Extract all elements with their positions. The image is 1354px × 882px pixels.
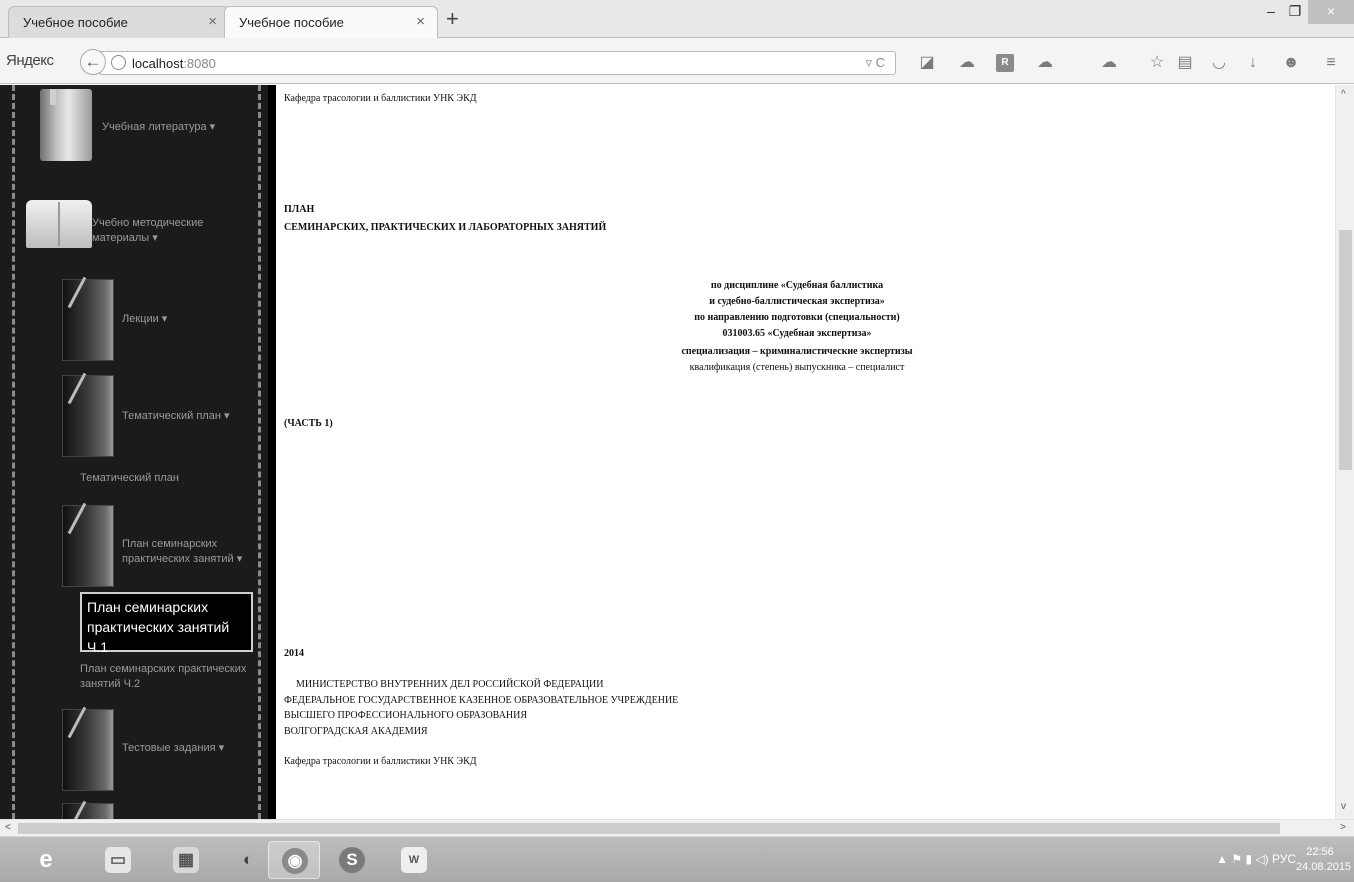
extension-icon[interactable]: R xyxy=(996,54,1014,72)
close-icon[interactable]: × xyxy=(416,13,425,30)
discipline-line-1: по дисциплине «Судебная баллистика xyxy=(710,280,884,291)
sidebar-item-thematic-plan-link[interactable]: Тематический план xyxy=(80,471,250,486)
plan-subtitle: СЕМИНАРСКИХ, ПРАКТИЧЕСКИХ И ЛАБОРАТОРНЫХ… xyxy=(284,222,607,233)
horizontal-scrollbar[interactable]: < > xyxy=(0,819,1354,836)
sidebar-item-lectures[interactable]: Лекции ▾ xyxy=(122,312,242,327)
sidebar-item-method-materials[interactable]: Учебно методические материалы ▾ xyxy=(92,216,232,246)
scroll-down-icon[interactable]: v xyxy=(1341,801,1346,812)
taskbar: e ▭ ▦ ◐ ◉ S W ▲ ⚑ ▮ ◁) РУС 22:56 24.08.2… xyxy=(0,836,1354,882)
sidebar-item-seminar-part1-active[interactable]: План семинарских практических занятий Ч.… xyxy=(80,592,253,655)
notebook-icon xyxy=(62,375,114,457)
scroll-left-icon[interactable]: < xyxy=(5,822,11,833)
pocket-icon[interactable]: ◡ xyxy=(1210,54,1228,72)
globe-icon xyxy=(111,55,126,70)
year-label: 2014 xyxy=(284,648,304,659)
navigation-bar: Яндекс localhost:8080 ▿ C ← ◪ ☁ R ☁ ☁ ☆ … xyxy=(0,38,1354,84)
scrollbar-thumb[interactable] xyxy=(18,823,1280,834)
sidebar-divider xyxy=(268,85,276,819)
department-footer: Кафедра трасологии и баллистики УНК ЭКД xyxy=(284,756,477,767)
weather-icon[interactable]: ☁ xyxy=(1100,54,1118,72)
weather-icon[interactable]: ☁ xyxy=(1036,54,1054,72)
new-tab-button[interactable]: + xyxy=(446,8,459,30)
open-book-icon xyxy=(26,200,92,248)
tab-active[interactable]: Учебное пособие × xyxy=(224,6,438,39)
sidebar: Учебная литература ▾ Учебно методические… xyxy=(0,85,276,819)
sidebar-item-seminar-plan[interactable]: План семинарских практических занятий ▾ xyxy=(122,537,252,567)
yandex-logo[interactable]: Яндекс xyxy=(6,52,54,69)
taskbar-calculator[interactable]: ▦ xyxy=(160,841,212,879)
tab-inactive[interactable]: Учебное пособие × xyxy=(8,6,230,38)
window-close-button[interactable]: × xyxy=(1308,0,1354,24)
bookmark-star-icon[interactable]: ☆ xyxy=(1148,54,1166,72)
screenshot-icon[interactable]: ◪ xyxy=(918,54,936,72)
taskbar-word[interactable]: W xyxy=(388,841,440,879)
specialty-code: 031003.65 «Судебная экспертиза» xyxy=(722,328,872,339)
notebook-icon xyxy=(62,709,114,791)
globe-icon: ◐ xyxy=(242,850,254,869)
notebook-icon xyxy=(62,505,114,587)
menu-icon[interactable]: ≡ xyxy=(1322,54,1340,72)
sidebar-item-thematic-plan[interactable]: Тематический план ▾ xyxy=(122,409,262,424)
internet-explorer-icon: e xyxy=(39,846,53,873)
system-tray[interactable]: ▲ ⚑ ▮ ◁) РУС xyxy=(1216,852,1296,866)
qualification-line: квалификация (степень) выпускника – спец… xyxy=(689,362,905,373)
education-line: ВЫСШЕГО ПРОФЕССИОНАЛЬНОГО ОБРАЗОВАНИЯ xyxy=(284,710,528,721)
clock-time: 22:56 xyxy=(1306,846,1334,858)
notebook-icon xyxy=(62,279,114,361)
taskbar-skype[interactable]: S xyxy=(326,841,378,879)
plan-heading: ПЛАН xyxy=(284,204,315,215)
reading-list-icon[interactable]: ▤ xyxy=(1176,54,1194,72)
department-header: Кафедра трасологии и баллистики УНК ЭКД xyxy=(284,93,477,104)
sidebar-item-study-literature[interactable]: Учебная литература ▾ xyxy=(102,120,242,135)
firefox-icon: ◉ xyxy=(282,848,308,874)
skype-icon: S xyxy=(339,847,365,873)
taskbar-firefox[interactable]: ◉ xyxy=(268,841,320,879)
vertical-scrollbar[interactable]: ^ v xyxy=(1335,85,1354,819)
tab-bar: Учебное пособие × Учебное пособие × + – … xyxy=(0,0,1354,39)
download-icon[interactable]: ↓ xyxy=(1244,54,1262,72)
url-text: localhost:8080 xyxy=(132,56,216,71)
folder-icon: ▭ xyxy=(105,847,131,873)
clock-date: 24.08.2015 xyxy=(1296,861,1352,873)
scroll-up-icon[interactable]: ^ xyxy=(1341,89,1346,100)
document-content: Кафедра трасологии и баллистики УНК ЭКД … xyxy=(276,85,1335,819)
scrollbar-thumb[interactable] xyxy=(1339,230,1352,470)
book-icon xyxy=(40,89,92,161)
sidebar-item-tests[interactable]: Тестовые задания ▾ xyxy=(122,741,252,756)
taskbar-explorer[interactable]: ▭ xyxy=(92,841,144,879)
chat-icon[interactable]: ☻ xyxy=(1282,54,1300,72)
word-icon: W xyxy=(401,847,427,873)
address-bar[interactable]: localhost:8080 ▿ C xyxy=(100,51,896,75)
discipline-line-2: и судебно-баллистическая экспертиза» xyxy=(709,296,885,307)
calculator-icon: ▦ xyxy=(173,847,199,873)
reload-icon[interactable]: ▿ C xyxy=(865,55,885,71)
back-button[interactable]: ← xyxy=(80,49,106,75)
taskbar-ie[interactable]: e xyxy=(20,841,72,879)
restore-button[interactable]: ❐ xyxy=(1280,0,1310,24)
tab-title: Учебное пособие xyxy=(23,15,128,30)
scroll-right-icon[interactable]: > xyxy=(1340,822,1346,833)
notebook-icon xyxy=(62,803,114,819)
close-icon[interactable]: × xyxy=(208,13,217,30)
academy-line: ВОЛГОГРАДСКАЯ АКАДЕМИЯ xyxy=(284,726,428,737)
taskbar-app[interactable]: ◐ xyxy=(222,841,274,879)
ministry-line: МИНИСТЕРСТВО ВНУТРЕННИХ ДЕЛ РОССИЙСКОЙ Ф… xyxy=(296,679,604,690)
tab-title: Учебное пособие xyxy=(239,15,344,30)
sidebar-item-seminar-part2[interactable]: План семинарских практических занятий Ч.… xyxy=(80,662,255,692)
institution-line: ФЕДЕРАЛЬНОЕ ГОСУДАРСТВЕННОЕ КАЗЕННОЕ ОБР… xyxy=(284,695,679,706)
specialization-line: специализация – криминалистические экспе… xyxy=(681,346,913,357)
direction-line: по направлению подготовки (специальности… xyxy=(694,312,900,323)
weather-icon[interactable]: ☁ xyxy=(958,54,976,72)
clock[interactable]: 22:56 24.08.2015 xyxy=(1296,845,1352,875)
part-label: (ЧАСТЬ 1) xyxy=(284,418,333,429)
